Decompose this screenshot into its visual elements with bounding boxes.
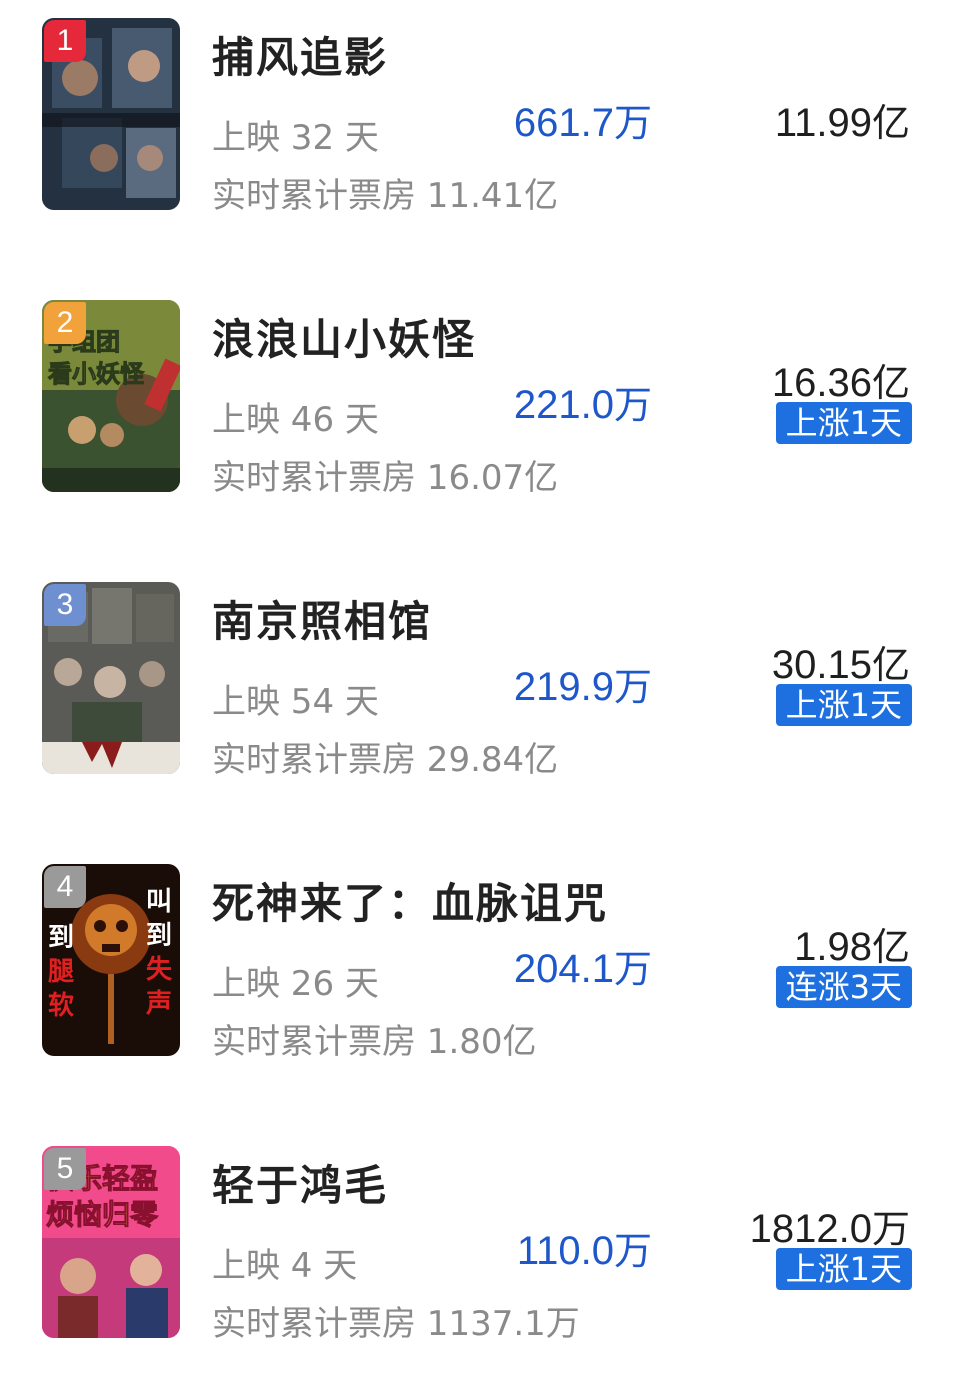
movie-title[interactable]: 捕风追影 <box>212 24 388 85</box>
total-value: 1812.0 <box>749 1207 872 1251</box>
today-unit: 万 <box>613 101 652 145</box>
today-value: 661.7 <box>513 101 614 145</box>
list-item[interactable]: 3 南京照相馆 上映 54 天 实时累计票房 29.84亿 219.9万 30.… <box>0 582 956 782</box>
today-box-office: 219.9万 <box>514 656 652 711</box>
today-box-office: 204.1万 <box>514 938 652 993</box>
movie-title[interactable]: 轻于鸿毛 <box>212 1152 388 1213</box>
trend-badge: 上涨1天 <box>775 402 912 444</box>
poster-text: 软 <box>48 991 74 1021</box>
total-unit: 亿 <box>871 925 910 969</box>
total-box-office: 16.36亿 <box>772 352 910 407</box>
movie-title[interactable]: 南京照相馆 <box>212 588 432 649</box>
total-box-office: 11.99亿 <box>775 92 910 147</box>
today-unit: 万 <box>613 1229 652 1273</box>
today-unit: 万 <box>613 665 652 709</box>
list-item[interactable]: 叫 到 失 声 到 腿 软 4 死神来了：血脉诅咒 上映 26 天 实时累计票房… <box>0 864 956 1064</box>
rank-badge: 2 <box>44 302 86 344</box>
days-showing: 上映 4 天 <box>212 1246 358 1286</box>
total-box-office: 30.15亿 <box>772 634 910 689</box>
today-box-office: 110.0万 <box>517 1220 652 1275</box>
total-value: 11.99 <box>774 101 872 145</box>
cumulative-box-office: 实时累计票房 29.84亿 <box>212 740 559 780</box>
cumulative-box-office: 实时累计票房 1.80亿 <box>212 1022 537 1062</box>
rank-badge: 3 <box>44 584 86 626</box>
list-item[interactable]: 1 捕风追影 上映 32 天 实时累计票房 11.41亿 661.7万 11.9… <box>0 18 956 218</box>
days-showing: 上映 26 天 <box>212 964 379 1004</box>
poster-text: 烦恼归零 <box>46 1198 159 1231</box>
list-item[interactable]: 学组团 看小妖怪 2 浪浪山小妖怪 上映 46 天 实时累计票房 16.07亿 … <box>0 300 956 500</box>
total-unit: 亿 <box>871 101 910 145</box>
total-box-office: 1812.0万 <box>750 1198 910 1253</box>
trend-badge: 上涨1天 <box>775 1248 912 1290</box>
days-showing: 上映 54 天 <box>212 682 379 722</box>
movie-title[interactable]: 死神来了：血脉诅咒 <box>212 870 608 931</box>
poster-text: 到 <box>48 923 74 953</box>
poster-text: 看小妖怪 <box>48 360 145 388</box>
box-office-list: 1 捕风追影 上映 32 天 实时累计票房 11.41亿 661.7万 11.9… <box>0 0 956 1375</box>
total-unit: 亿 <box>871 643 910 687</box>
days-showing: 上映 32 天 <box>212 118 379 158</box>
rank-badge: 5 <box>44 1148 86 1190</box>
trend-badge: 连涨3天 <box>775 966 912 1008</box>
list-item[interactable]: 快乐轻盈 烦恼归零 5 轻于鸿毛 上映 4 天 实时累计票房 1137.1万 1… <box>0 1146 956 1346</box>
today-value: 110.0 <box>516 1229 614 1273</box>
today-box-office: 221.0万 <box>514 374 652 429</box>
total-value: 16.36 <box>771 361 872 405</box>
total-unit: 亿 <box>871 361 910 405</box>
poster-text: 失 <box>146 955 173 985</box>
cumulative-box-office: 实时累计票房 1137.1万 <box>212 1304 580 1344</box>
days-showing: 上映 46 天 <box>212 400 379 440</box>
total-unit: 万 <box>871 1207 910 1251</box>
poster-text: 声 <box>146 989 172 1019</box>
total-value: 30.15 <box>771 643 872 687</box>
cumulative-box-office: 实时累计票房 11.41亿 <box>212 176 559 216</box>
today-value: 221.0 <box>513 383 614 427</box>
today-box-office: 661.7万 <box>514 92 652 147</box>
poster-text: 腿 <box>48 957 74 987</box>
today-unit: 万 <box>613 947 652 991</box>
rank-badge: 1 <box>44 20 86 62</box>
today-unit: 万 <box>613 383 652 427</box>
rank-badge: 4 <box>44 866 86 908</box>
trend-badge: 上涨1天 <box>775 684 912 726</box>
poster-text: 叫 <box>146 887 172 917</box>
movie-title[interactable]: 浪浪山小妖怪 <box>212 306 476 367</box>
total-box-office: 1.98亿 <box>794 916 910 971</box>
today-value: 219.9 <box>513 665 614 709</box>
today-value: 204.1 <box>513 947 614 991</box>
poster-text: 到 <box>146 921 172 951</box>
cumulative-box-office: 实时累计票房 16.07亿 <box>212 458 559 498</box>
total-value: 1.98 <box>794 925 872 969</box>
